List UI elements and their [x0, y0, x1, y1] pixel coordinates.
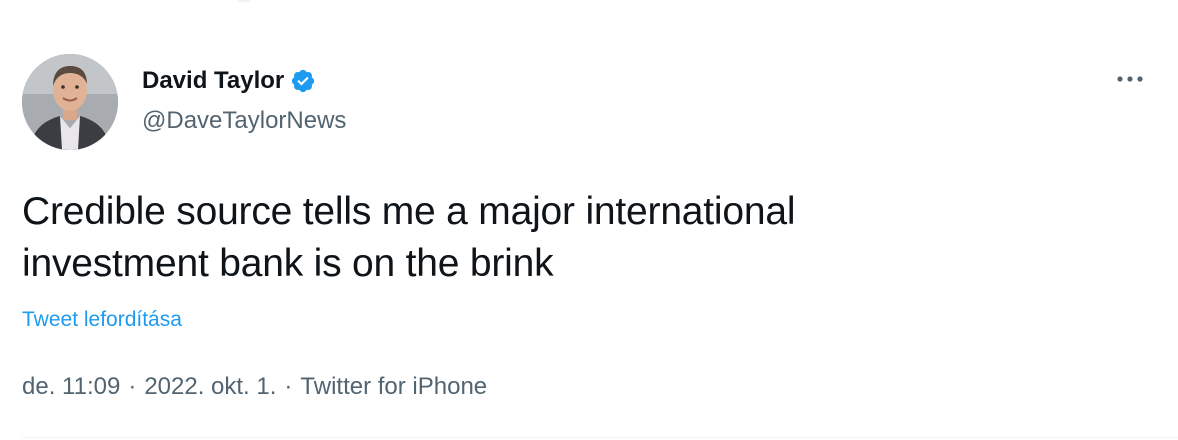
tweet-date[interactable]: 2022. okt. 1. — [144, 373, 276, 401]
bottom-divider — [22, 437, 1178, 438]
tweet-text-line-2: investment bank is on the brink — [22, 242, 554, 285]
tweet-metadata: de. 11:09 · 2022. okt. 1. · Twitter for … — [22, 370, 487, 404]
more-options-button[interactable] — [1112, 64, 1148, 94]
tweet-card: David Taylor @DaveTaylorNews Credible so… — [0, 0, 1178, 440]
more-options-icon — [1117, 76, 1143, 82]
tweet-source[interactable]: Twitter for iPhone — [300, 373, 487, 401]
tweet-text: Credible source tells me a major interna… — [22, 186, 1022, 290]
top-divider-fragment — [238, 0, 250, 2]
tweet-time[interactable]: de. 11:09 — [22, 373, 120, 401]
meta-separator: · — [284, 373, 293, 400]
author-display-name[interactable]: David Taylor — [142, 66, 284, 96]
author-handle[interactable]: @DaveTaylorNews — [142, 106, 346, 136]
meta-separator: · — [128, 373, 137, 400]
verified-badge-icon — [290, 68, 316, 94]
tweet-text-line-1: Credible source tells me a major interna… — [22, 190, 796, 233]
avatar-photo — [22, 54, 118, 150]
author-name-row: David Taylor — [142, 64, 316, 98]
avatar[interactable] — [22, 54, 118, 150]
translate-tweet-link[interactable]: Tweet lefordítása — [22, 305, 182, 335]
